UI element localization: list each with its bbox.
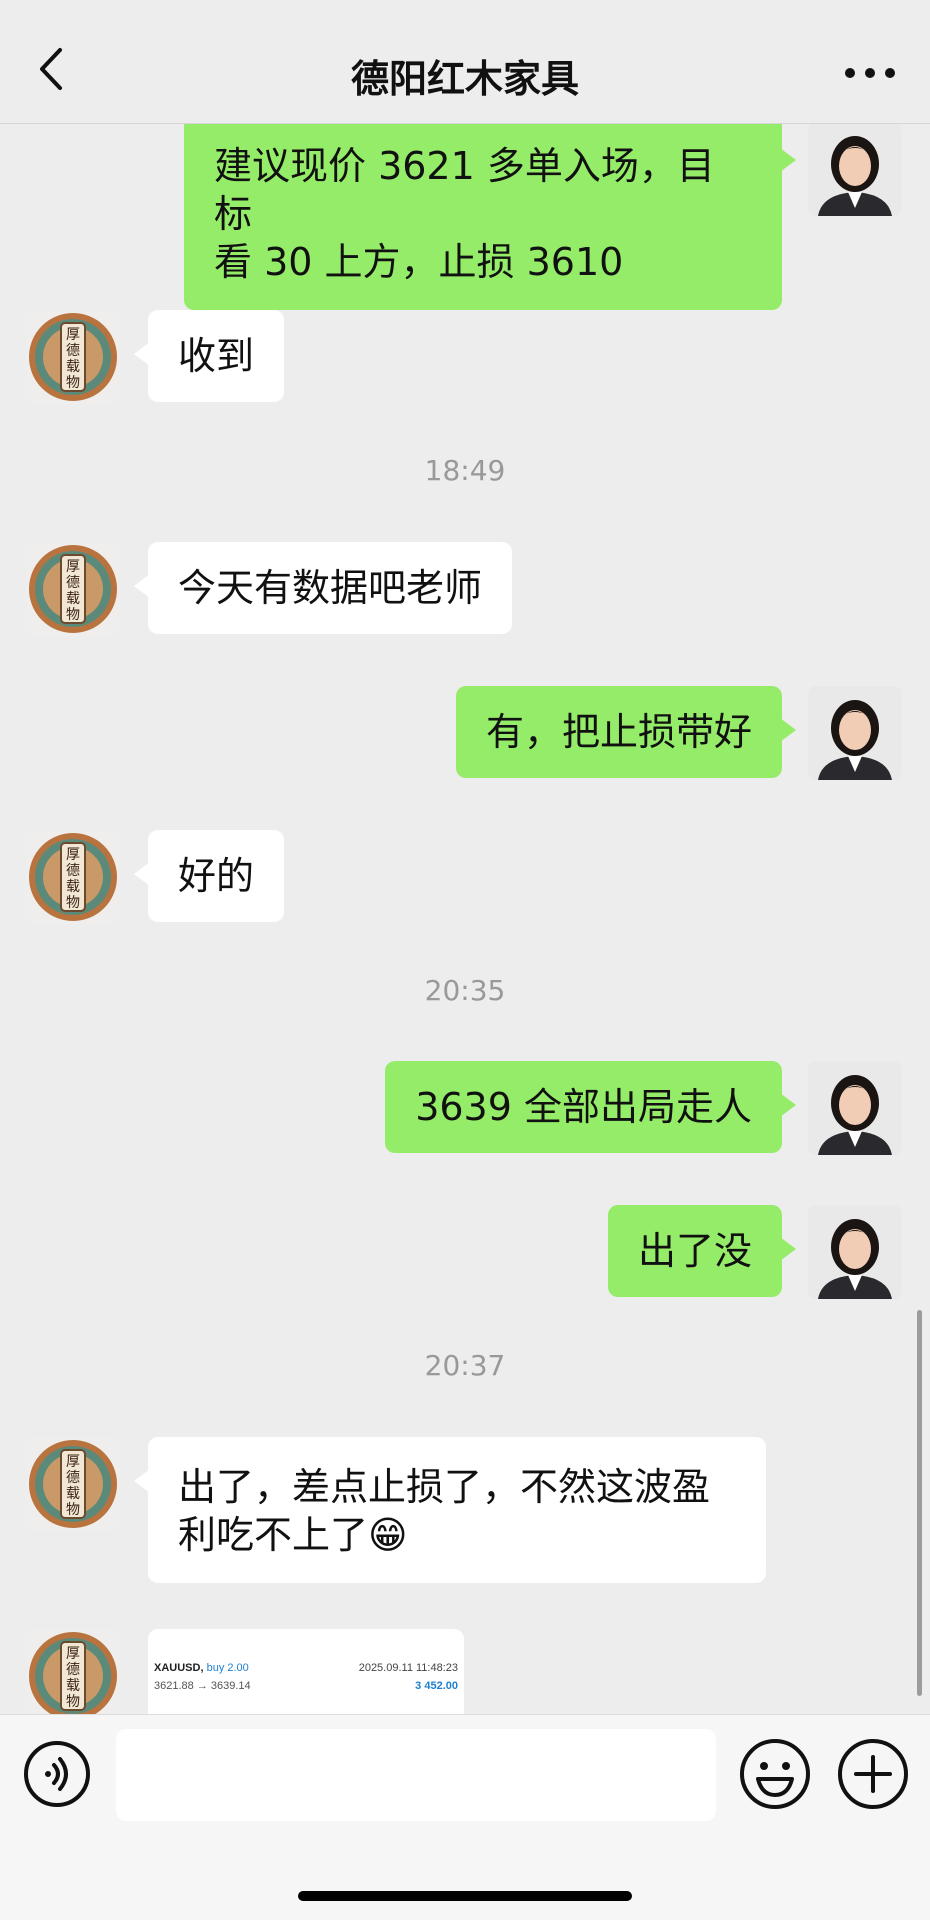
emoji-icon[interactable] [738,1737,812,1811]
seal-avatar-icon: 厚 德 载 物 [26,1437,120,1531]
avatar-contact[interactable]: 厚 德 载 物 [26,1629,120,1714]
avatar-contact[interactable]: 厚 德 载 物 [26,830,120,924]
message-input[interactable] [116,1729,716,1821]
svg-text:德: 德 [66,863,80,879]
trade-side: buy 2.00 [206,1662,249,1674]
avatar-self[interactable] [808,686,902,780]
svg-text:德: 德 [66,343,80,359]
home-indicator[interactable] [298,1891,632,1901]
message-list[interactable]: 建议现价 3621 多单入场，目标 看 30 上方，止损 3610 厚 德 载 … [0,124,930,1714]
trade-row-header: XAUUSD, buy 2.00 2025.09.11 11:48:23 [154,1659,458,1677]
message-bubble-received[interactable]: 收到 [133,310,285,402]
more-icon[interactable] [840,58,900,88]
message-text-line: 看 30 上方，止损 3610 [214,240,624,284]
svg-text:物: 物 [66,895,80,911]
message-bubble-received[interactable]: 出了，差点止损了，不然这波盈 利吃不上了😁 [134,1437,766,1583]
svg-text:载: 载 [66,591,80,607]
svg-text:载: 载 [66,359,80,375]
seal-avatar-icon: 厚 德 载 物 [26,830,120,924]
avatar-contact[interactable]: 厚 德 载 物 [26,310,120,404]
svg-text:载: 载 [66,879,80,895]
message-bubble-received[interactable]: 好的 [133,830,285,922]
svg-text:物: 物 [66,1502,80,1518]
timestamp: 20:35 [424,974,506,1007]
svg-text:物: 物 [66,1694,80,1710]
avatar-contact[interactable]: 厚 德 载 物 [26,542,120,636]
seal-avatar-icon: 厚 德 载 物 [26,310,120,404]
svg-text:厚: 厚 [66,1646,80,1662]
svg-text:物: 物 [66,375,80,391]
timestamp: 18:49 [424,454,506,487]
chat-title: 德阳红木家具 [350,57,579,101]
seal-avatar-icon: 厚 德 载 物 [26,542,120,636]
message-bubble-sent[interactable]: 出了没 [607,1205,797,1297]
svg-text:德: 德 [66,1662,80,1678]
svg-text:载: 载 [66,1486,80,1502]
svg-text:厚: 厚 [66,1454,80,1470]
svg-text:德: 德 [66,1470,80,1486]
chat-header: 德阳红木家具 [0,0,930,124]
message-bubble-received[interactable]: 今天有数据吧老师 [133,542,513,634]
avatar-self[interactable] [808,1205,902,1299]
input-bar [0,1714,930,1920]
timestamp: 20:37 [424,1349,506,1382]
message-text-line: 建议现价 3621 多单入场，目标 [214,144,715,236]
svg-text:物: 物 [66,607,80,623]
trade-screenshot-card[interactable]: XAUUSD, buy 2.00 2025.09.11 11:48:23 362… [148,1629,464,1714]
plus-icon[interactable] [836,1737,910,1811]
avatar-self[interactable] [808,1061,902,1155]
woman-portrait-icon [808,1205,902,1299]
trade-datetime: 2025.09.11 11:48:23 [358,1662,458,1674]
svg-text:载: 载 [66,1678,80,1694]
seal-avatar-icon: 厚 德 载 物 [26,1629,120,1714]
message-bubble-sent[interactable]: 建议现价 3621 多单入场，目标 看 30 上方，止损 3610 [184,124,796,310]
trade-symbol: XAUUSD, [154,1662,204,1674]
trade-row-values: 3621.88 → 3639.14 3 452.00 [154,1677,458,1695]
trade-profit: 3 452.00 [415,1680,458,1692]
voice-icon[interactable] [22,1739,92,1809]
message-text-line: 出了，差点止损了，不然这波盈 [178,1465,711,1509]
woman-portrait-icon [808,1061,902,1155]
svg-text:厚: 厚 [66,327,80,343]
message-bubble-sent[interactable]: 3639 全部出局走人 [385,1061,796,1153]
svg-text:厚: 厚 [66,847,80,863]
message-text-line: 利吃不上了😁 [178,1513,408,1557]
avatar-self[interactable] [808,124,902,216]
avatar-contact[interactable]: 厚 德 载 物 [26,1437,120,1531]
trade-prices: 3621.88 → 3639.14 [154,1680,251,1692]
woman-portrait-icon [808,686,902,780]
woman-portrait-icon [808,124,902,216]
svg-text:厚: 厚 [66,559,80,575]
svg-text:德: 德 [66,575,80,591]
scrollbar[interactable] [917,1310,922,1696]
message-bubble-sent[interactable]: 有，把止损带好 [455,686,797,778]
